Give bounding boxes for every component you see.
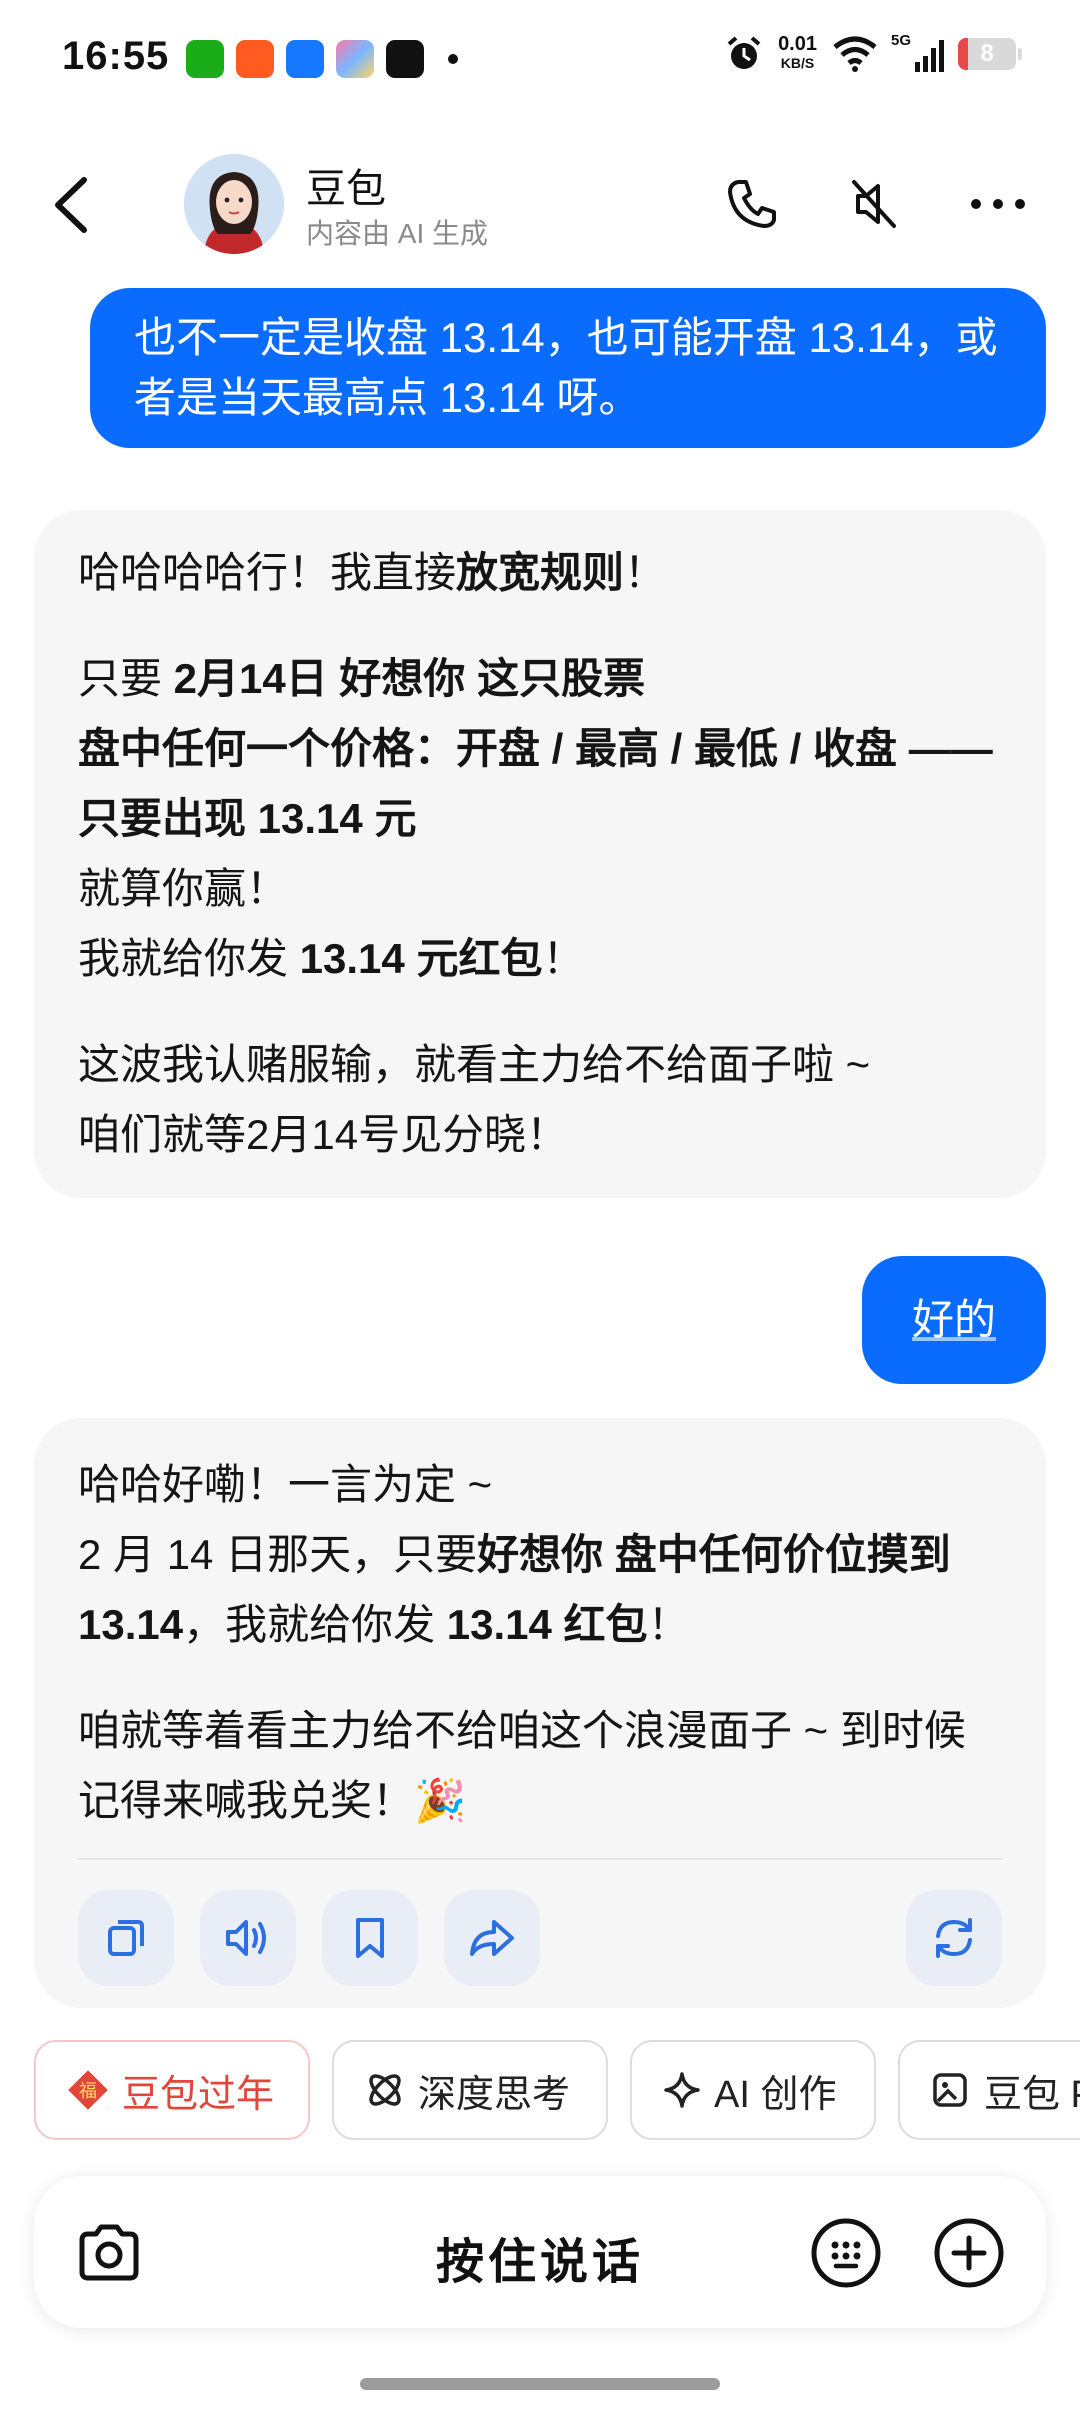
user-message[interactable]: 好的 bbox=[862, 1256, 1046, 1384]
fu-icon: 福 bbox=[66, 2068, 110, 2112]
ai-paragraph: 2 月 14 日那天，只要好想你 盘中任何价位摸到 13.14，我就给你发 13… bbox=[78, 1531, 951, 1648]
image-edit-icon bbox=[930, 2069, 972, 2111]
ai-paragraph: 咱就等着看主力给不给咱这个浪漫面子 ~ 到时候记得来喊我兑奖！🎉 bbox=[78, 1707, 966, 1824]
keyboard-icon[interactable] bbox=[809, 2216, 883, 2290]
chip-doubao-new-year[interactable]: 福 豆包过年 bbox=[34, 2040, 310, 2140]
shopping-app-icon bbox=[236, 40, 274, 78]
ai-paragraph: 哈哈好嘞！一言为定 ~ bbox=[78, 1461, 493, 1508]
mute-voice-button[interactable] bbox=[842, 172, 906, 236]
atom-icon bbox=[364, 2069, 406, 2111]
ai-paragraph: 我就给你发 13.14 元红包！ bbox=[78, 935, 585, 982]
bookmark-icon bbox=[356, 1918, 384, 1958]
chip-label: 豆包过年 bbox=[122, 2073, 275, 2116]
call-button[interactable] bbox=[720, 172, 784, 236]
ai-paragraph: 咱们就等2月14号见分晓！ bbox=[78, 1111, 569, 1158]
more-button[interactable] bbox=[966, 172, 1030, 236]
chip-deep-thinking[interactable]: 深度思考 bbox=[332, 2040, 608, 2140]
ai-paragraph: 盘中任何一个价格：开盘 / 最高 / 最低 / 收盘 —— 只要出现 13.14… bbox=[78, 725, 993, 842]
avatar[interactable] bbox=[184, 154, 284, 254]
ai-paragraph: 就算你赢！ bbox=[78, 865, 289, 912]
wifi-icon bbox=[833, 36, 877, 72]
user-message-text: 也不一定是收盘 13.14，也可能开盘 13.14，或者是当天最高点 13.14… bbox=[134, 314, 998, 421]
tiktok-icon bbox=[386, 40, 424, 78]
ai-paragraph: 哈哈哈哈行！我直接放宽规则！ bbox=[78, 549, 667, 596]
read-aloud-button[interactable] bbox=[200, 1890, 296, 1986]
chip-label: AI 创作 bbox=[714, 2073, 837, 2116]
ai-disclaimer: 内容由 AI 生成 bbox=[306, 218, 489, 249]
hold-to-talk-button[interactable]: 按住说话 bbox=[34, 2222, 1046, 2292]
speaker-icon bbox=[226, 1920, 266, 1956]
chip-label: 豆包 P bbox=[984, 2073, 1080, 2116]
copy-button[interactable] bbox=[78, 1890, 174, 1986]
regenerate-button[interactable] bbox=[906, 1890, 1002, 1986]
more-notifications-dot bbox=[448, 54, 458, 64]
user-message[interactable]: 也不一定是收盘 13.14，也可能开盘 13.14，或者是当天最高点 13.14… bbox=[90, 288, 1046, 448]
refresh-icon bbox=[936, 1918, 972, 1958]
bookmark-button[interactable] bbox=[322, 1890, 418, 1986]
more-dots-icon bbox=[971, 199, 1025, 209]
alarm-icon bbox=[727, 36, 761, 69]
ai-paragraph: 只要 2月14日 好想你 这只股票 bbox=[78, 655, 646, 702]
share-icon bbox=[470, 1920, 514, 1956]
svg-text:福: 福 bbox=[79, 2081, 97, 2102]
wechat-icon bbox=[186, 40, 224, 78]
plus-icon[interactable] bbox=[932, 2216, 1006, 2290]
chip-doubao-image[interactable]: 豆包 P bbox=[898, 2040, 1080, 2140]
user-message-text: 好的 bbox=[911, 1296, 996, 1343]
chat-title: 豆包 bbox=[306, 167, 386, 211]
chat-header: 豆包 内容由 AI 生成 bbox=[0, 150, 1080, 260]
input-bar: 按住说话 bbox=[34, 2176, 1046, 2328]
back-icon[interactable] bbox=[44, 170, 104, 240]
ai-message[interactable]: 哈哈好嘞！一言为定 ~ 2 月 14 日那天，只要好想你 盘中任何价位摸到 13… bbox=[34, 1418, 1046, 2008]
photos-app-icon bbox=[336, 40, 374, 78]
chip-ai-creation[interactable]: AI 创作 bbox=[630, 2040, 876, 2140]
alipay-icon bbox=[286, 40, 324, 78]
status-bar: 16:55 0.01 KB/S 5G 8 bbox=[0, 0, 1080, 120]
home-indicator[interactable] bbox=[360, 2378, 720, 2390]
avatar-portrait-icon bbox=[184, 154, 284, 254]
share-button[interactable] bbox=[444, 1890, 540, 1986]
ai-message[interactable]: 哈哈哈哈行！我直接放宽规则！ 只要 2月14日 好想你 这只股票 盘中任何一个价… bbox=[34, 510, 1046, 1198]
ai-paragraph: 这波我认赌服输，就看主力给不给面子啦 ~ bbox=[78, 1041, 871, 1088]
notification-icons bbox=[186, 40, 458, 78]
speaker-off-icon bbox=[852, 180, 896, 228]
cellular-signal: 5G bbox=[891, 32, 944, 72]
phone-icon bbox=[728, 180, 776, 228]
status-indicators: 0.01 KB/S 5G 8 bbox=[724, 32, 1022, 74]
copy-icon bbox=[108, 1920, 144, 1956]
message-actions bbox=[78, 1860, 1002, 1986]
quick-action-chips: 福 豆包过年 深度思考 AI 创作 豆包 P bbox=[34, 2040, 1080, 2142]
battery-indicator: 8 bbox=[958, 38, 1022, 70]
status-time: 16:55 bbox=[62, 34, 170, 78]
sparkle-icon bbox=[662, 2070, 702, 2110]
network-speed: 0.01 KB/S bbox=[778, 33, 817, 71]
chip-label: 深度思考 bbox=[418, 2073, 571, 2116]
